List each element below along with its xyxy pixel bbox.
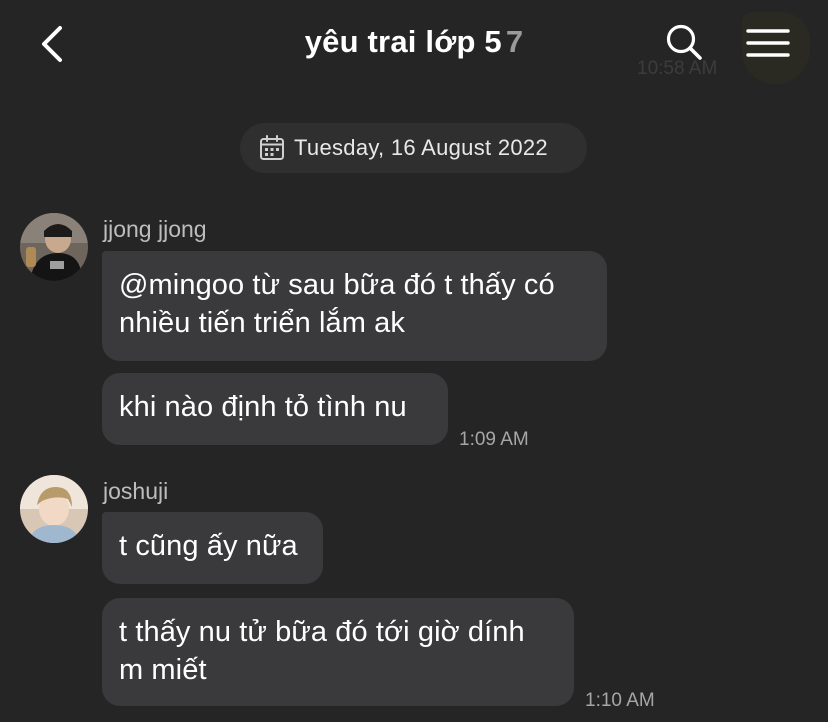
sender-name: jjong jjong [103, 216, 207, 242]
message-bubble[interactable]: t cũng ấy nữa [102, 512, 323, 584]
search-button[interactable] [662, 20, 706, 64]
date-separator: Tuesday, 16 August 2022 [240, 123, 587, 173]
search-icon [666, 24, 702, 60]
message-timestamp: 1:09 AM [459, 429, 529, 450]
menu-button[interactable] [740, 10, 812, 84]
message-bubble[interactable]: @mingoo từ sau bữa đó t thấy có nhiều ti… [102, 251, 607, 361]
hamburger-menu-icon [746, 29, 790, 57]
message-timestamp: 1:10 AM [585, 690, 655, 711]
avatar-jjong-jjong[interactable] [20, 213, 88, 281]
calendar-icon [260, 135, 284, 160]
avatar-joshuji[interactable] [20, 475, 88, 543]
date-label: Tuesday, 16 August 2022 [294, 135, 548, 160]
sender-name: joshuji [103, 478, 169, 504]
message-bubble[interactable]: t thấy nu tử bữa đó tới giờ dính m miết [102, 598, 574, 706]
chat-screen: yêu trai lớp 57 10:58 AM Tuesday, 16 Aug… [0, 0, 828, 722]
message-bubble[interactable]: khi nào định tỏ tình nu [102, 373, 448, 445]
group-name: yêu trai lớp 5 [304, 24, 502, 59]
member-count: 7 [505, 24, 524, 59]
